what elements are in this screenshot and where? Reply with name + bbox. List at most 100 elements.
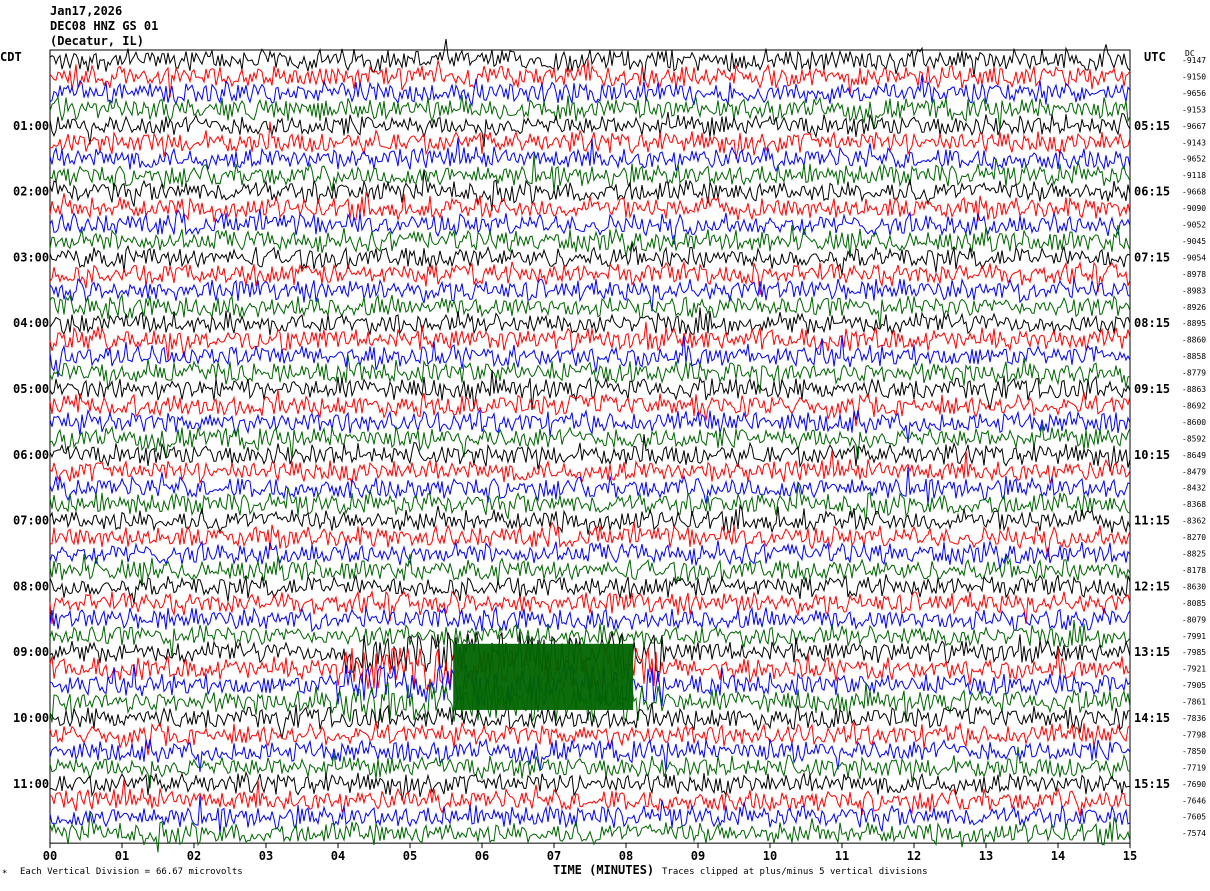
row-offset-label: -8858 [1182,352,1206,361]
right-hour-label: 12:15 [1134,579,1170,593]
right-hour-label: 06:15 [1134,185,1170,199]
x-tick-label-07: 07 [547,849,561,863]
header-location: (Decatur, IL) [50,34,144,48]
x-tick-label-12: 12 [907,849,921,863]
right-hour-label: 07:15 [1134,250,1170,264]
row-offset-label: -8085 [1182,599,1206,608]
right-hour-label: 13:15 [1134,645,1170,659]
trace-row-34 [49,589,1131,624]
header-station: DEC08 HNZ GS 01 [50,19,159,33]
row-offset-label: -9652 [1182,155,1206,164]
row-offset-label: -9118 [1182,171,1206,180]
row-offset-label: -8978 [1182,270,1206,279]
x-tick-label-01: 01 [115,849,129,863]
left-hour-label: 10:00 [13,711,49,725]
left-hour-label: 04:00 [13,316,49,330]
left-timezone-label: CDT [0,50,22,64]
row-offset-label: -9054 [1182,253,1206,262]
row-offset-label: -7905 [1182,681,1206,690]
row-offset-label: -9150 [1182,72,1206,81]
trace-row-6 [49,121,1131,160]
left-hour-label: 09:00 [13,645,49,659]
trace-row-10 [49,191,1131,223]
x-tick-label-00: 00 [43,849,57,863]
row-offset-label: -7798 [1182,730,1206,739]
right-hour-label: 08:15 [1134,316,1170,330]
right-hour-label: 15:15 [1134,777,1170,791]
right-hour-label: 11:15 [1134,514,1170,528]
x-tick-label-04: 04 [331,849,345,863]
row-offset-label: -7719 [1182,763,1206,772]
footer-division-value: 66.67 microvolts [156,867,243,877]
trace-row-28 [49,483,1131,524]
row-offset-label: -9668 [1182,188,1206,197]
right-hour-label: 05:15 [1134,119,1170,133]
row-offset-label: -8983 [1182,286,1206,295]
seismogram-plot: 00 01 02 03 04 05 06 07 08 09 10 11 12 13 14 15 01:00 02:… [0,0,1210,886]
header-date: Jan17,2026 [50,4,123,18]
x-tick-label-02: 02 [187,849,201,863]
row-offset-label: -9153 [1182,105,1206,114]
seismogram-svg: 00 01 02 03 04 05 06 07 08 09 10 11 12 13 14 15 01:00 02:… [13,38,1206,863]
row-offset-label: -7861 [1182,698,1206,707]
row-offset-label: -9052 [1182,221,1206,230]
row-offset-label: -8863 [1182,385,1206,394]
row-offset-label: -8270 [1182,533,1206,542]
event-block-1 [453,643,634,710]
trace-row-1 [49,38,1131,82]
row-offset-label: -9045 [1182,237,1206,246]
row-offset-label: -8368 [1182,500,1206,509]
row-offset-label: -9090 [1182,204,1206,213]
x-axis-title: TIME (MINUTES) [553,863,655,877]
row-offset-label: -7836 [1182,714,1206,723]
trace-row-16 [49,292,1131,328]
row-offset-label: -8600 [1182,418,1206,427]
right-hour-label: 09:15 [1134,382,1170,396]
trace-row-4 [49,94,1131,131]
row-offset-label: -7921 [1182,665,1206,674]
row-offset-label: -8432 [1182,484,1206,493]
row-offset-label: -8895 [1182,319,1206,328]
row-offset-label: -7991 [1182,632,1206,641]
row-offset-label: -8692 [1182,401,1206,410]
row-offset-label: -8479 [1182,467,1206,476]
right-hour-label: 10:15 [1134,448,1170,462]
row-offset-label: -8592 [1182,434,1206,443]
left-hour-label: 03:00 [13,250,49,264]
row-offset-label: -8630 [1182,582,1206,591]
row-offset-label: -8079 [1182,615,1206,624]
row-offset-label: -8362 [1182,517,1206,526]
row-offset-label: -9667 [1182,122,1206,131]
x-tick-label-13: 13 [979,849,993,863]
footer-division-label: Each Vertical Division = [20,867,151,877]
x-tick-label-15: 15 [1123,849,1137,863]
trace-row-22 [49,389,1131,427]
x-tick-label-14: 14 [1051,849,1065,863]
left-hour-label: 11:00 [13,777,49,791]
trace-row-44 [49,746,1131,789]
row-offset-label: -7574 [1182,829,1206,838]
footer-clip-note: Traces clipped at plus/minus 5 vertical … [662,867,928,877]
left-hour-label: 02:00 [13,185,49,199]
x-tick-label-10: 10 [763,849,777,863]
row-offset-label: -7985 [1182,648,1206,657]
left-hour-label: 08:00 [13,579,49,593]
left-hour-label: 05:00 [13,382,49,396]
left-hour-label: 01:00 [13,119,49,133]
trace-row-45 [49,770,1131,801]
x-tick-label-08: 08 [619,849,633,863]
x-tick-label-11: 11 [835,849,849,863]
trace-row-48 [49,812,1131,853]
left-hour-label: 06:00 [13,448,49,462]
trace-row-31 [49,539,1131,570]
row-offset-label: -7646 [1182,796,1206,805]
x-tick-label-05: 05 [403,849,417,863]
row-offset-label: -8178 [1182,566,1206,575]
footer-marker: * [2,869,8,879]
trace-row-15 [49,277,1131,312]
row-offset-label: -7605 [1182,813,1206,822]
row-offset-label: -8779 [1182,369,1206,378]
left-hour-label: 07:00 [13,514,49,528]
row-offset-label: -8825 [1182,550,1206,559]
right-timezone-label: UTC [1144,50,1166,64]
